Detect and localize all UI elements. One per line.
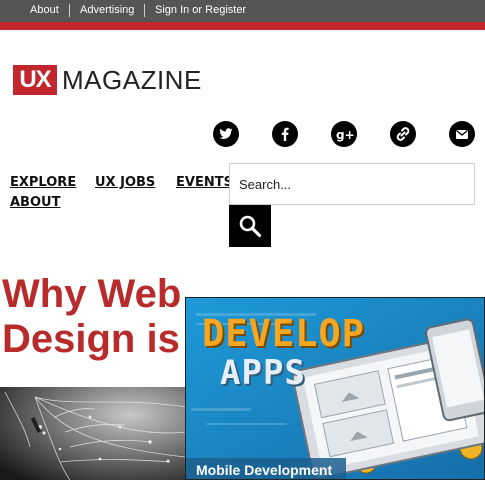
advertising-link[interactable]: Advertising — [80, 4, 134, 16]
about-link[interactable]: About — [30, 4, 59, 16]
svg-text:g+: g+ — [336, 128, 355, 142]
nav-ux-jobs[interactable]: UX JOBS — [95, 175, 155, 190]
nav-events[interactable]: EVENTS — [176, 175, 233, 190]
nav-about[interactable]: ABOUT — [10, 195, 60, 210]
ad-subtitle: Mobile Development — [196, 462, 333, 478]
link-icon[interactable] — [390, 121, 416, 147]
ad-title-develop: DEVELOP — [202, 312, 365, 355]
sign-in-register-link[interactable]: Sign In or Register — [155, 4, 246, 16]
search-button[interactable] — [229, 205, 271, 247]
nav-explore[interactable]: EXPLORE — [10, 175, 76, 190]
search-input[interactable] — [229, 163, 475, 205]
logo-wordmark: MAGAZINE — [62, 65, 202, 95]
twitter-icon[interactable] — [213, 121, 239, 147]
ad-title-apps: APPS — [220, 353, 306, 393]
google-plus-icon[interactable]: g+ — [331, 121, 357, 147]
article-photo[interactable] — [0, 387, 186, 480]
logo-ux-mark: UX — [13, 65, 57, 95]
top-utility-bar: About Advertising Sign In or Register — [0, 0, 485, 22]
advertisement-banner[interactable]: DEVELOP APPS Mobile Development — [185, 297, 485, 480]
divider — [144, 4, 145, 17]
email-icon[interactable] — [449, 121, 475, 147]
facebook-icon[interactable] — [272, 121, 298, 147]
search-icon — [239, 215, 262, 238]
brand-stripe — [0, 22, 485, 30]
divider — [69, 4, 70, 17]
spider-web-image — [0, 387, 186, 480]
